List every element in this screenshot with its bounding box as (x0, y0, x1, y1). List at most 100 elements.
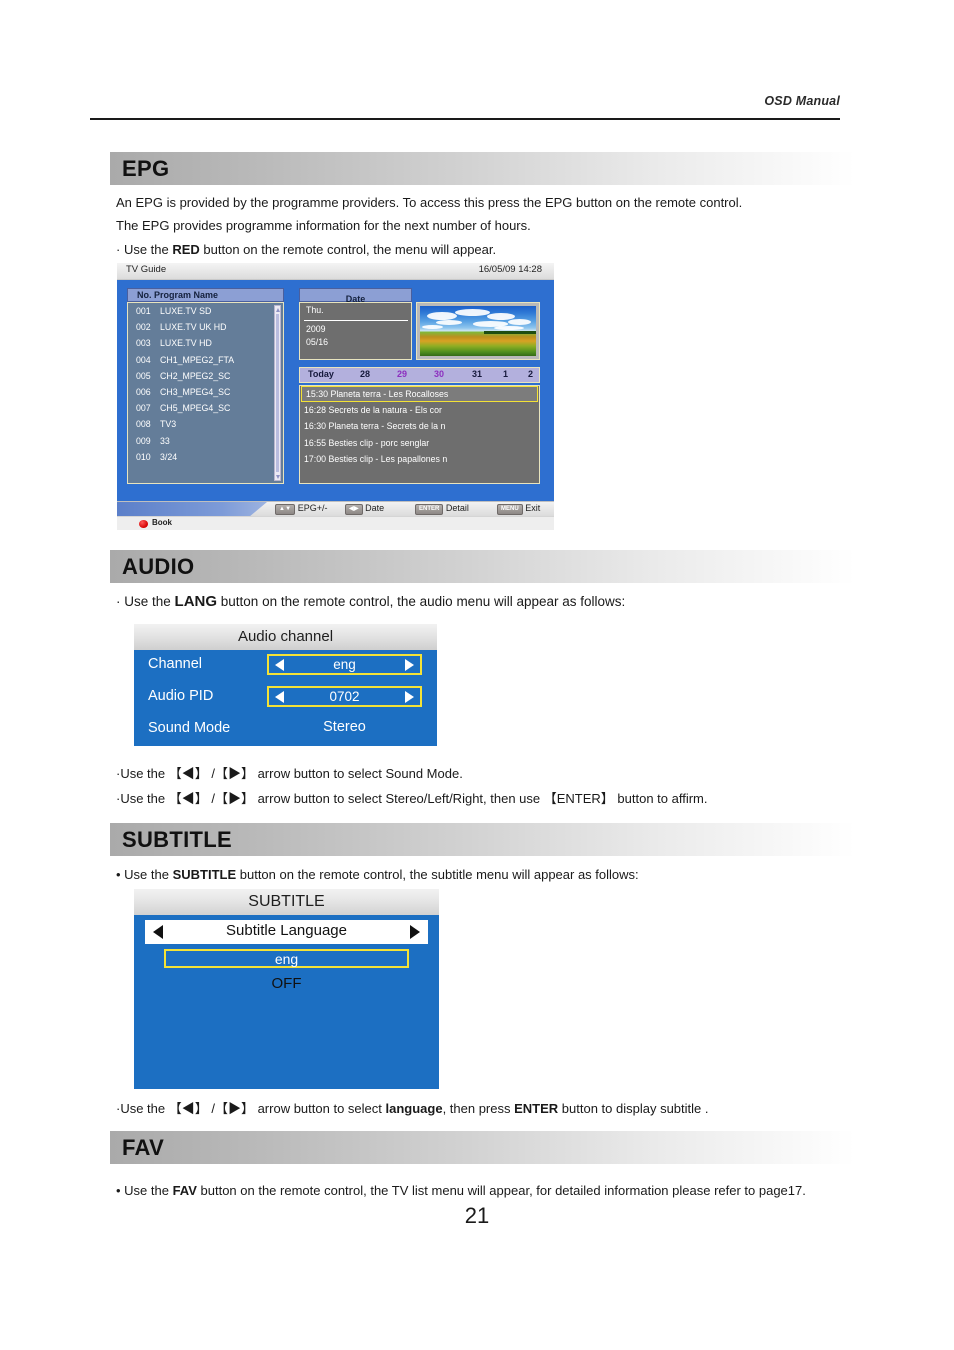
program-number: 007 (136, 403, 151, 414)
program-number: 004 (136, 354, 151, 365)
date-strip[interactable]: Today 28 29 30 31 1 2 (299, 367, 540, 383)
date-panel-header: Date (299, 288, 412, 304)
hint-date-leftright[interactable]: ◀▶ Date (345, 503, 384, 515)
program-name: CH3_MPEG4_SC (160, 386, 231, 397)
event-list[interactable]: 15:30 Planeta terra - Les Rocalloses 16:2… (299, 385, 540, 484)
fav-bullet-suffix: button on the remote control, the TV lis… (196, 1183, 806, 1198)
program-list-item[interactable]: 004 CH1_MPEG2_FTA (128, 352, 283, 368)
event-item[interactable]: 16:28 Secrets de la natura - Els cor (300, 402, 539, 418)
program-number: 010 (136, 451, 151, 462)
fav-bullet: • Use the FAV button on the remote contr… (116, 1183, 806, 1198)
red-button-icon (139, 520, 148, 528)
program-list-item[interactable]: 003 LUXE.TV HD (128, 335, 283, 351)
section-header-subtitle: SUBTITLE (110, 823, 855, 856)
date-strip-item[interactable]: 2 (528, 369, 533, 379)
date-strip-item[interactable]: 31 (472, 369, 482, 379)
arrow-right-icon[interactable] (405, 690, 414, 703)
hint-exit-menu[interactable]: MENU Exit (497, 503, 540, 515)
subtitle-note: ·Use the 【◀】 /【▶】 arrow button to select… (116, 1098, 708, 1117)
program-list-item[interactable]: 006 CH3_MPEG4_SC (128, 384, 283, 400)
epg-titlebar-label: TV Guide (126, 264, 167, 275)
program-list-item[interactable]: 007 CH5_MPEG4_SC (128, 400, 283, 416)
event-title: Besties clip - porc senglar (328, 437, 430, 448)
program-list-item[interactable]: 001 LUXE.TV SD (128, 303, 283, 319)
epg-body: No. Program Name 001 LUXE.TV SD 002 LUXE.TV… (117, 280, 554, 501)
subtitle-note-key2: ENTER (514, 1101, 559, 1116)
hint-label-exit: Exit (525, 503, 541, 513)
program-name: CH2_MPEG2_SC (160, 370, 231, 381)
audio-value-channel: eng (333, 657, 356, 672)
epg-osd-screenshot: TV Guide 16/05/09 14:28 No. Program Name… (117, 263, 554, 530)
audio-bullet: · Use the LANG button on the remote cont… (116, 593, 625, 610)
epg-footer-hints: ▲▼ EPG+/- ◀▶ Date ENTER Detail MENU Exit (117, 501, 554, 517)
audio-note-1: ·Use the 【◀】 /【▶】 arrow button to select… (116, 766, 463, 781)
subtitle-bullet-suffix: button on the remote control, the subtit… (236, 867, 639, 882)
event-item[interactable]: 16:55 Besties clip - porc senglar (300, 435, 539, 451)
epg-book-bar[interactable]: Book (117, 516, 554, 530)
program-name: 3/24 (160, 451, 178, 462)
subtitle-language-selector[interactable]: Subtitle Language (145, 920, 428, 944)
header-rule (90, 118, 840, 120)
event-item[interactable]: 17:00 Besties clip - Les papallones n (300, 451, 539, 467)
program-name: TV3 (160, 419, 177, 430)
program-list[interactable]: 001 LUXE.TV SD 002 LUXE.TV UK HD 003 LUXE.TV … (127, 302, 284, 484)
event-time: 16:30 (304, 421, 329, 432)
date-strip-item[interactable]: 28 (360, 369, 370, 379)
program-list-item[interactable]: 002 LUXE.TV UK HD (128, 319, 283, 335)
arrow-right-icon[interactable] (410, 925, 420, 939)
program-name: CH1_MPEG2_FTA (160, 354, 235, 365)
running-head: OSD Manual (764, 94, 840, 108)
enter-key-icon: ENTER (415, 504, 444, 515)
audio-value-audio-pid: 0702 (329, 689, 360, 704)
date-strip-item[interactable]: 30 (434, 369, 444, 379)
event-title: Planeta terra - Les Rocalloses (330, 389, 449, 399)
scrollbar-thumb[interactable] (276, 314, 279, 472)
audio-label-audio-pid: Audio PID (148, 688, 214, 704)
program-list-header: No. Program Name (127, 288, 284, 302)
date-strip-item[interactable]: Today (308, 369, 334, 379)
audio-value-sound-mode[interactable]: Stereo (267, 719, 422, 735)
event-item-selected[interactable]: 15:30 Planeta terra - Les Rocalloses (301, 386, 538, 403)
subtitle-note-suffix: button to display subtitle . (558, 1101, 709, 1116)
audio-label-sound-mode: Sound Mode (148, 720, 231, 736)
date-strip-item[interactable]: 1 (503, 369, 508, 379)
subtitle-option-off[interactable]: OFF (134, 975, 439, 992)
program-list-scrollbar[interactable] (274, 305, 281, 481)
audio-note-2: ·Use the 【◀】 /【▶】 arrow button to select… (116, 791, 708, 806)
section-header-fav: FAV (110, 1131, 855, 1164)
audio-osd-title: Audio channel (237, 628, 334, 645)
program-list-item[interactable]: 009 33 (128, 433, 283, 449)
date-separator (304, 320, 408, 321)
hint-detail-enter[interactable]: ENTER Detail (415, 503, 469, 515)
event-item[interactable]: 16:30 Planeta terra - Secrets de la n (300, 418, 539, 434)
menu-key-icon: MENU (497, 504, 523, 515)
preview-landscape-image (420, 306, 536, 356)
subtitle-option-selected-label: eng (274, 951, 299, 967)
program-number: 003 (136, 338, 151, 349)
section-title-fav: FAV (122, 1134, 165, 1160)
subtitle-bullet-prefix: • Use the (116, 867, 173, 882)
hint-label-detail: Detail (445, 503, 469, 513)
event-time: 16:55 (304, 437, 329, 448)
subtitle-bullet: • Use the SUBTITLE button on the remote … (116, 867, 639, 882)
arrow-right-icon[interactable] (405, 658, 414, 671)
audio-row-sound-mode: Sound Mode Stereo (134, 714, 437, 746)
audio-spinner-audio-pid[interactable]: 0702 (267, 686, 422, 707)
epg-bullet-prefix: · Use the (116, 242, 173, 257)
hint-epg-updown[interactable]: ▲▼ EPG+/- (275, 503, 328, 515)
program-list-item[interactable]: 010 3/24 (128, 449, 283, 465)
date-panel: Thu. 2009 05/16 (299, 302, 412, 360)
audio-bullet-key: LANG (174, 593, 218, 610)
preview-thumbnail (416, 302, 540, 360)
scroll-up-icon[interactable] (276, 307, 280, 312)
epg-titlebar-datetime: 16/05/09 14:28 (478, 264, 542, 275)
scroll-down-icon[interactable] (276, 474, 280, 479)
subtitle-option-selected[interactable]: eng (164, 949, 409, 968)
subtitle-bullet-key: SUBTITLE (172, 867, 237, 882)
audio-spinner-channel[interactable]: eng (267, 654, 422, 675)
date-monthday: 05/16 (306, 337, 329, 347)
program-number: 001 (136, 306, 151, 316)
date-strip-item[interactable]: 29 (397, 369, 407, 379)
program-list-item[interactable]: 005 CH2_MPEG2_SC (128, 368, 283, 384)
program-list-item[interactable]: 008 TV3 (128, 416, 283, 432)
